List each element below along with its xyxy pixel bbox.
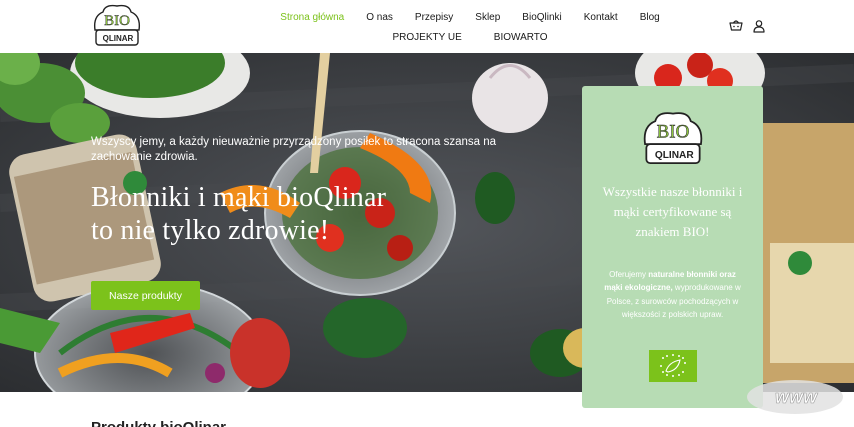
logo-bio-text: BIO [104, 13, 130, 29]
nav-link-projekty-ue[interactable]: PROJEKTY UE [377, 32, 478, 43]
www-watermark-badge: www [747, 380, 843, 414]
nav-link-strona-g-wna[interactable]: Strona główna [269, 12, 355, 23]
site-header: BIO QLINAR Strona główna O nas Przepisy Skl… [0, 0, 854, 53]
nav-link-blog[interactable]: Blog [629, 12, 671, 23]
cart-icon[interactable] [729, 19, 743, 33]
nav-link-sklep[interactable]: Sklep [464, 12, 511, 23]
nav-link-o-nas[interactable]: O nas [355, 12, 404, 23]
nav-link-przepisy[interactable]: Przepisy [404, 12, 464, 23]
eu-organic-leaf-icon [649, 350, 697, 382]
logo-qlinar-text: QLINAR [103, 34, 134, 43]
card-logo-bio-text: BIO [657, 122, 690, 143]
watermark-text: www [775, 387, 818, 407]
nav-link-bioqlinki[interactable]: BioQlinki [511, 12, 572, 23]
card-bioqlinar-logo: BIO QLINAR [643, 112, 703, 165]
bioqlinar-logo[interactable]: BIO QLINAR [91, 4, 143, 48]
bio-info-card: BIO QLINAR Wszystkie nasze błonniki i mą… [582, 86, 763, 408]
user-icon[interactable] [752, 19, 766, 33]
nav-link-biowarto[interactable]: BIOWARTO [478, 32, 564, 43]
main-nav: Strona główna O nas Przepisy Sklep BioQlinki… [270, 7, 670, 47]
card-logo-qlinar-text: QLINAR [655, 150, 695, 161]
our-products-button[interactable]: Nasze produkty [91, 281, 200, 310]
header-icons [729, 19, 766, 33]
nav-row-primary: Strona główna O nas Przepisy Sklep BioQlinki… [270, 7, 670, 27]
card-heading: Wszystkie nasze błonniki i mąki certyfik… [602, 184, 743, 239]
nav-row-secondary: PROJEKTY UE BIOWARTO [270, 27, 670, 47]
hero-subtitle: Wszyscy jemy, a każdy nieuważnie przyrzą… [91, 136, 497, 163]
products-section-title: Produkty bioQlinar [91, 419, 226, 427]
nav-link-kontakt[interactable]: Kontakt [573, 12, 629, 23]
card-body-text: Oferujemy naturalne błonniki oraz mąki e… [604, 268, 741, 322]
hero-title-line1: Błonniki i mąki bioQlinar [91, 182, 387, 213]
hero-title: Błonniki i mąki bioQlinar to nie tylko z… [91, 181, 511, 247]
card-body-pre: Oferujemy [609, 270, 649, 279]
hero-title-line2: to nie tylko zdrowie! [91, 215, 330, 246]
